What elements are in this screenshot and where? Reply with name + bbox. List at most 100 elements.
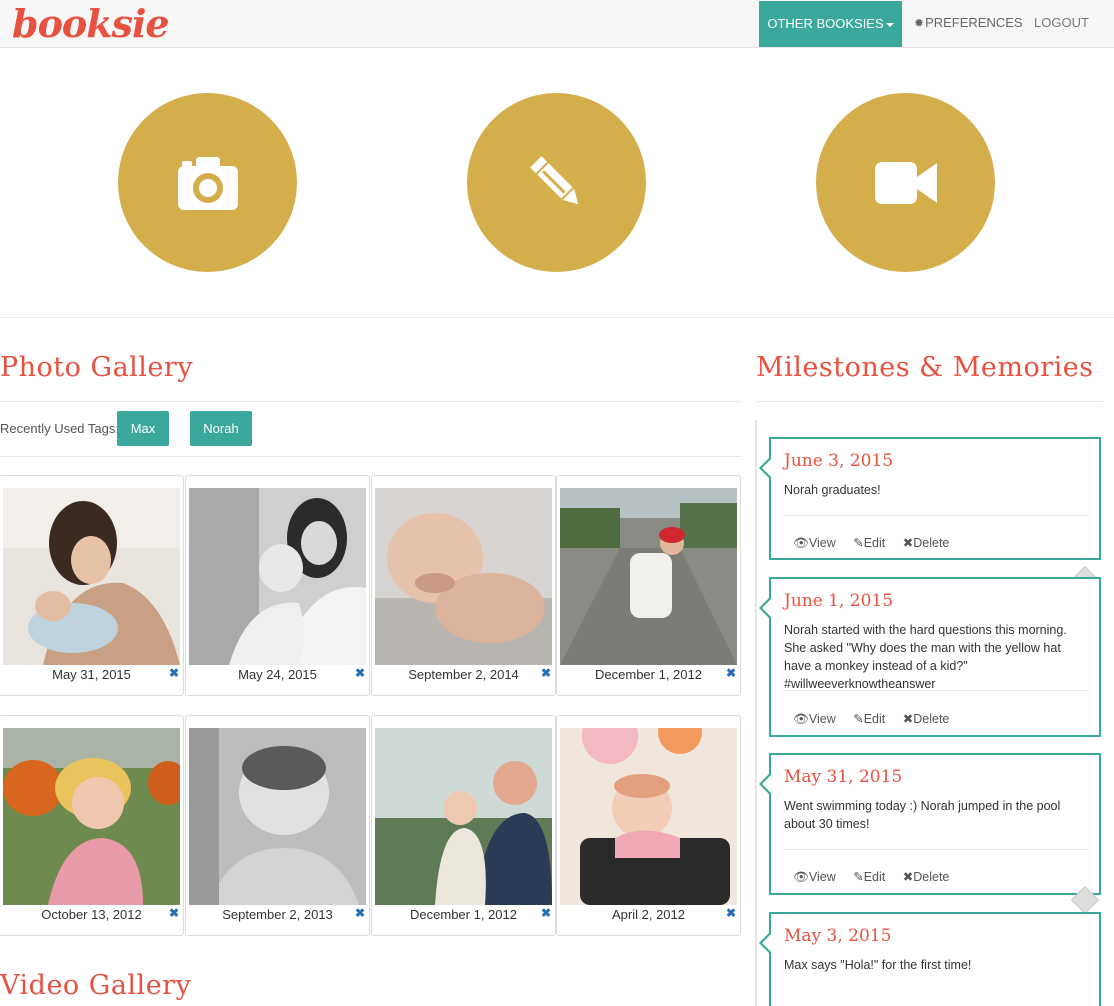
photo-card[interactable]: September 2, 2014 ✖ <box>371 475 556 696</box>
other-booksies-dropdown[interactable]: OTHER BOOKSIES <box>759 1 902 47</box>
photo-date: April 2, 2012 <box>612 907 685 922</box>
photo-thumbnail[interactable] <box>3 488 180 665</box>
timeline-line <box>755 420 757 1006</box>
photo-card[interactable]: May 24, 2015 ✖ <box>185 475 370 696</box>
remove-photo-icon[interactable]: ✖ <box>355 906 365 920</box>
photo-card[interactable]: December 1, 2012 ✖ <box>371 715 556 936</box>
add-memory-button[interactable] <box>467 93 646 272</box>
section-divider <box>0 317 1114 318</box>
tag-norah[interactable]: Norah <box>190 411 252 446</box>
edit-button[interactable]: ✎Edit <box>853 712 885 726</box>
memory-separator <box>784 515 1088 516</box>
memory-card: May 3, 2015 Max says "Hola!" for the fir… <box>759 912 1101 1006</box>
preferences-label: PREFERENCES <box>925 15 1023 30</box>
photo-date: December 1, 2012 <box>410 907 517 922</box>
eye-icon: 👁 <box>793 870 809 884</box>
memory-card: June 1, 2015 Norah started with the hard… <box>759 577 1101 737</box>
view-label: View <box>808 536 836 550</box>
photo-date: September 2, 2013 <box>222 907 333 922</box>
memory-actions: 👁View ✎Edit ✖Delete <box>793 535 963 551</box>
remove-photo-icon[interactable]: ✖ <box>726 666 736 680</box>
photo-card[interactable]: April 2, 2012 ✖ <box>556 715 741 936</box>
milestones-underline <box>756 401 1102 402</box>
memory-separator <box>784 849 1088 850</box>
tags-underline <box>0 456 741 457</box>
caret-down-icon <box>885 22 894 27</box>
edit-button[interactable]: ✎Edit <box>853 536 885 550</box>
photo-thumbnail[interactable] <box>189 488 366 665</box>
recent-tags-label: Recently Used Tags: <box>0 421 119 436</box>
memory-actions: 👁View ✎Edit ✖Delete <box>793 869 963 885</box>
pencil-icon: ✎ <box>853 536 864 550</box>
view-button[interactable]: 👁View <box>793 536 836 550</box>
memory-card: June 3, 2015 Norah graduates! 👁View ✎Edi… <box>759 437 1101 560</box>
photo-thumbnail[interactable] <box>375 488 552 665</box>
pencil-icon: ✎ <box>853 712 864 726</box>
logout-link[interactable]: LOGOUT <box>1034 0 1089 46</box>
edit-label: Edit <box>863 536 886 550</box>
photo-thumbnail[interactable] <box>560 728 737 905</box>
close-icon: ✖ <box>902 712 914 726</box>
memory-separator <box>784 690 1088 691</box>
add-video-button[interactable] <box>816 93 995 272</box>
remove-photo-icon[interactable]: ✖ <box>726 906 736 920</box>
navbar: booksie OTHER BOOKSIES ✹PREFERENCES LOGO… <box>0 0 1114 48</box>
delete-label: Delete <box>913 536 950 550</box>
delete-button[interactable]: ✖Delete <box>903 870 950 884</box>
tag-max[interactable]: Max <box>117 411 169 446</box>
remove-photo-icon[interactable]: ✖ <box>169 666 179 680</box>
photo-gallery-title: Photo Gallery <box>0 352 194 383</box>
photo-thumbnail[interactable] <box>3 728 180 905</box>
photo-date: December 1, 2012 <box>595 667 702 682</box>
photo-thumbnail[interactable] <box>375 728 552 905</box>
other-booksies-label: OTHER BOOKSIES <box>767 16 884 31</box>
view-label: View <box>808 870 836 884</box>
view-button[interactable]: 👁View <box>793 712 836 726</box>
remove-photo-icon[interactable]: ✖ <box>541 666 551 680</box>
memory-date: May 31, 2015 <box>784 767 903 787</box>
memory-date: June 1, 2015 <box>784 591 894 611</box>
edit-label: Edit <box>863 712 886 726</box>
milestones-title: Milestones & Memories <box>756 352 1094 383</box>
delete-button[interactable]: ✖Delete <box>903 536 950 550</box>
edit-label: Edit <box>863 870 886 884</box>
photo-card[interactable]: December 1, 2012 ✖ <box>556 475 741 696</box>
edit-button[interactable]: ✎Edit <box>853 870 885 884</box>
memory-text: Max says "Hola!" for the first time! <box>784 958 972 972</box>
memory-text: Norah graduates! <box>784 483 881 497</box>
view-label: View <box>808 712 836 726</box>
brand-logo[interactable]: booksie <box>12 2 170 46</box>
photo-card[interactable]: September 2, 2013 ✖ <box>185 715 370 936</box>
photo-card[interactable]: October 13, 2012 ✖ <box>0 715 184 936</box>
delete-label: Delete <box>913 870 950 884</box>
memory-date: June 3, 2015 <box>784 451 894 471</box>
delete-button[interactable]: ✖Delete <box>903 712 950 726</box>
memory-date: May 3, 2015 <box>784 926 892 946</box>
photo-date: September 2, 2014 <box>408 667 519 682</box>
close-icon: ✖ <box>902 536 914 550</box>
photo-thumbnail[interactable] <box>560 488 737 665</box>
eye-icon: 👁 <box>793 712 809 726</box>
photo-card[interactable]: May 31, 2015 ✖ <box>0 475 184 696</box>
photo-date: May 24, 2015 <box>238 667 317 682</box>
preferences-link[interactable]: ✹PREFERENCES <box>914 0 1023 46</box>
delete-label: Delete <box>913 712 950 726</box>
pencil-icon: ✎ <box>853 870 864 884</box>
gear-icon: ✹ <box>914 16 925 30</box>
view-button[interactable]: 👁View <box>793 870 836 884</box>
photo-gallery-underline <box>0 401 741 402</box>
close-icon: ✖ <box>902 870 914 884</box>
photo-thumbnail[interactable] <box>189 728 366 905</box>
remove-photo-icon[interactable]: ✖ <box>355 666 365 680</box>
memory-text: Norah started with the hard questions th… <box>784 623 1067 691</box>
add-photo-button[interactable] <box>118 93 297 272</box>
photo-date: May 31, 2015 <box>52 667 131 682</box>
pencil-icon <box>529 155 578 204</box>
memory-text: Went swimming today :) Norah jumped in t… <box>784 799 1061 831</box>
photo-date: October 13, 2012 <box>41 907 142 922</box>
camera-icon <box>177 156 238 210</box>
video-camera-icon <box>874 161 937 204</box>
remove-photo-icon[interactable]: ✖ <box>541 906 551 920</box>
remove-photo-icon[interactable]: ✖ <box>169 906 179 920</box>
video-gallery-title: Video Gallery <box>0 970 192 1001</box>
